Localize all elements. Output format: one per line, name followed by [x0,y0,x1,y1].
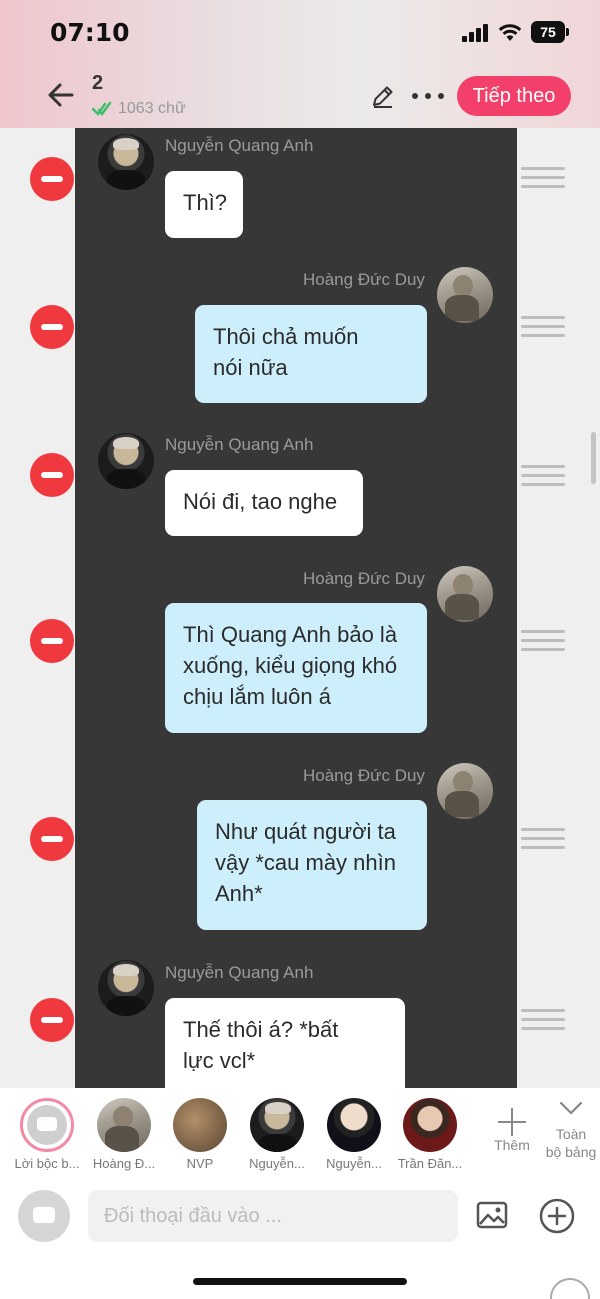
scrollbar[interactable] [591,432,596,484]
add-character-button[interactable]: Thêm [487,1108,537,1154]
dialogue-editor: Nguyễn Quang Anh Thì? Hoàng Đức Duy Thôi… [0,128,600,1088]
character-narrator[interactable]: Lời bộc b... [9,1098,85,1171]
delete-message-button[interactable] [30,157,74,201]
status-time: 07:10 [50,18,130,47]
dialogue-input[interactable] [88,1190,458,1242]
character-tran-dang[interactable]: Trần Đăn... [392,1098,468,1171]
next-button[interactable]: Tiếp theo [457,76,571,116]
message-bubble[interactable]: Thì Quang Anh bảo là xuống, kiểu giọng k… [165,603,427,733]
avatar [98,960,154,1016]
drag-handle-icon[interactable] [521,1009,565,1031]
speaker-name: Hoàng Đức Duy [303,569,425,588]
drag-handle-icon[interactable] [521,630,565,652]
drag-handle-icon[interactable] [521,167,565,189]
scroll-up-button[interactable] [550,1278,590,1299]
delete-message-button[interactable] [30,453,74,497]
edit-pencil-icon[interactable] [370,83,396,109]
avatar [437,566,493,622]
message-bubble[interactable]: Nói đi, tao nghe [165,470,363,536]
drag-handle-icon[interactable] [521,828,565,850]
delete-message-button[interactable] [30,305,74,349]
avatar [437,267,493,323]
avatar [250,1098,304,1152]
speaker-name: Nguyễn Quang Anh [165,963,314,982]
delete-message-button[interactable] [30,998,74,1042]
message-bubble[interactable]: Thế thôi á? *bất lực vcl* [165,998,405,1088]
delete-message-button[interactable] [30,817,74,861]
input-row [0,1178,600,1299]
narrator-icon [20,1098,74,1152]
cellular-signal-icon [462,24,490,42]
avatar [173,1098,227,1152]
more-options-icon[interactable] [412,84,444,108]
speaker-name: Nguyễn Quang Anh [165,435,314,454]
wifi-icon [498,24,522,41]
avatar [98,134,154,190]
plus-icon [498,1108,526,1136]
narrator-toggle-button[interactable] [18,1190,70,1242]
speaker-name: Nguyễn Quang Anh [165,136,314,155]
avatar [437,763,493,819]
avatar [403,1098,457,1152]
battery-level: 75 [531,21,565,43]
message-bubble[interactable]: Như quát người ta vậy *cau mày nhìn Anh* [197,800,427,930]
word-count-label: 1063 chữ [118,100,186,117]
drag-handle-icon[interactable] [521,316,565,338]
word-count: 1063 chữ [92,100,186,118]
chevron-down-icon [559,1101,583,1115]
speaker-name: Hoàng Đức Duy [303,766,425,785]
character-nguyen-quang-anh[interactable]: Nguyễn... [239,1098,315,1171]
home-indicator [193,1278,407,1285]
character-hoang-duc-duy[interactable]: Hoàng Đ... [86,1098,162,1171]
message-bubble[interactable]: Thì? [165,171,243,238]
character-nguyen-2[interactable]: Nguyễn... [316,1098,392,1171]
chapter-number: 2 [92,72,104,94]
speaker-name: Hoàng Đức Duy [303,270,425,289]
expand-all-button[interactable]: Toàn bộ bảng [542,1100,600,1161]
avatar [97,1098,151,1152]
delete-message-button[interactable] [30,619,74,663]
avatar [98,433,154,489]
drag-handle-icon[interactable] [521,465,565,487]
message-bubble[interactable]: Thôi chả muốn nói nữa [195,305,427,403]
image-icon[interactable] [476,1200,508,1230]
character-nvp[interactable]: NVP [162,1098,238,1171]
top-bar: 07:10 75 2 1063 chữ Tiếp theo [0,0,600,128]
double-check-icon [92,101,112,117]
add-circle-icon[interactable] [539,1198,575,1234]
avatar [327,1098,381,1152]
back-arrow-icon[interactable] [44,78,78,112]
battery-icon: 75 [531,21,569,43]
